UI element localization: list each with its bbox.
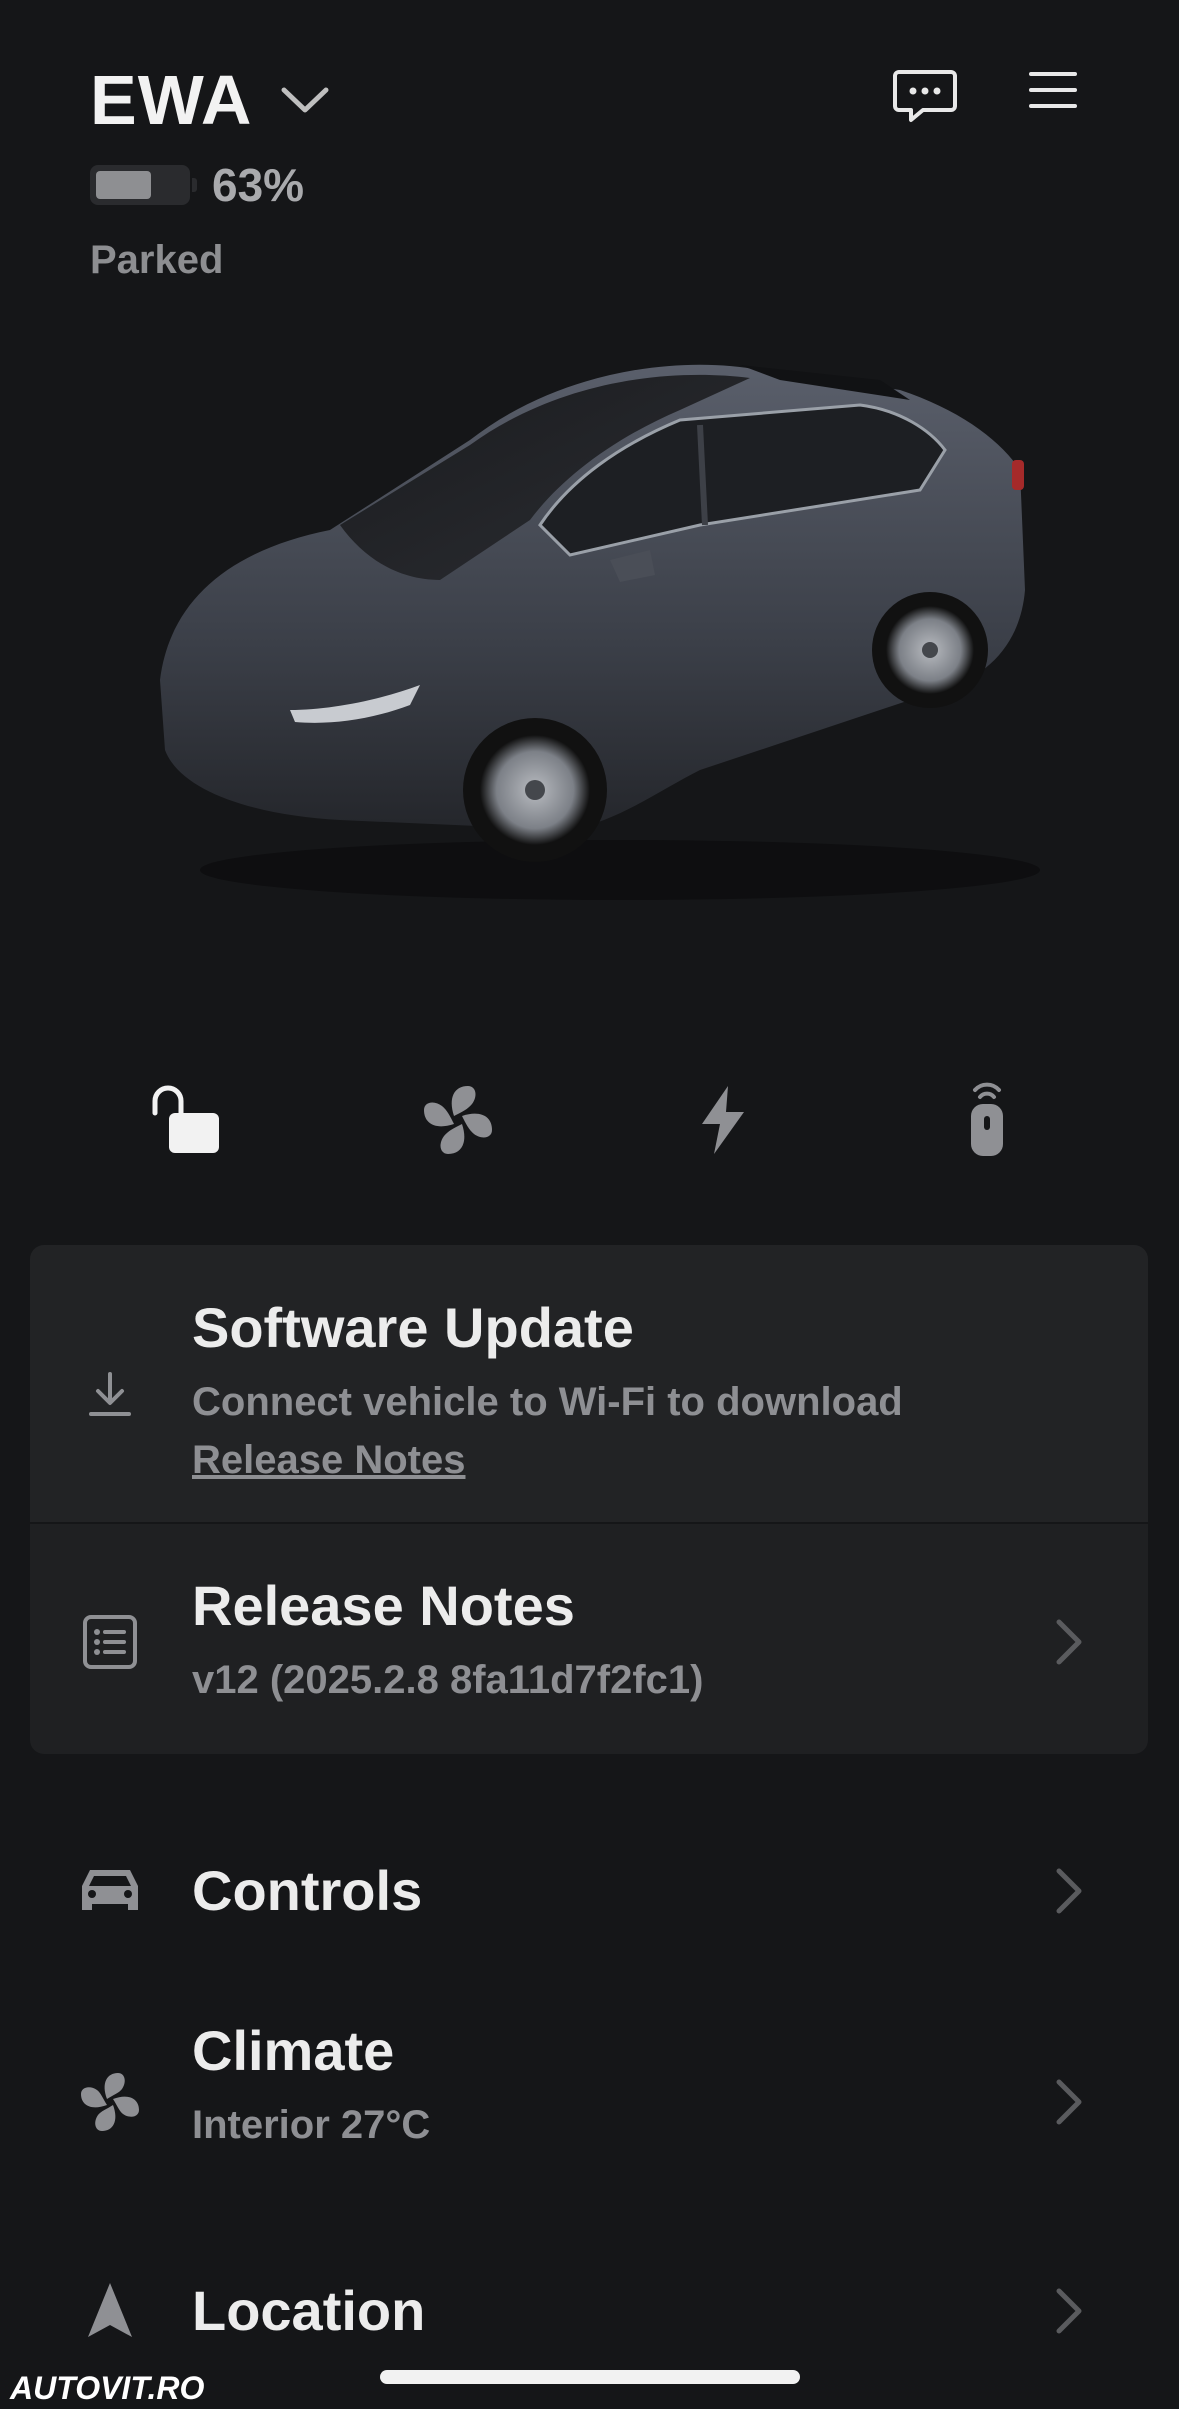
vehicle-status: Parked — [90, 238, 224, 282]
document-list-icon — [70, 1610, 150, 1674]
key-fob-icon — [971, 1082, 1003, 1156]
hamburger-menu-icon[interactable] — [1027, 68, 1079, 112]
navigation-arrow-icon — [70, 2280, 150, 2340]
lightning-bolt-icon — [702, 1086, 744, 1154]
chevron-right-icon — [1056, 1619, 1082, 1665]
battery-status: 63% — [90, 158, 1090, 212]
quick-lock[interactable] — [140, 1075, 230, 1165]
release-notes-version: v12 (2025.2.8 8fa11d7f2fc1) — [192, 1658, 704, 1702]
software-update-subtitle: Connect vehicle to Wi-Fi to download — [192, 1380, 903, 1424]
chevron-right-icon — [1056, 1868, 1082, 1914]
battery-percent: 63% — [212, 159, 305, 211]
quick-climate[interactable] — [413, 1075, 503, 1165]
release-notes-link[interactable]: Release Notes — [192, 1438, 465, 1483]
release-notes-title: Release Notes — [192, 1574, 575, 1637]
vehicle-name: EWA — [90, 61, 253, 139]
climate-title: Climate — [192, 2019, 395, 2082]
battery-icon — [90, 165, 197, 205]
vehicle-image — [160, 364, 1040, 900]
controls-title: Controls — [192, 1859, 423, 1922]
quick-remote[interactable] — [942, 1075, 1032, 1165]
chat-bubble-icon[interactable] — [893, 68, 957, 124]
car-icon — [70, 1862, 150, 1918]
chevron-right-icon — [1056, 2288, 1082, 2334]
download-icon — [70, 1365, 150, 1425]
home-indicator[interactable] — [380, 2370, 800, 2384]
fan-icon — [424, 1086, 492, 1154]
header-actions — [893, 68, 1079, 124]
software-update-title: Software Update — [192, 1296, 634, 1359]
release-notes-card[interactable] — [30, 1524, 1148, 1754]
location-title: Location — [192, 2279, 426, 2342]
chevron-down-icon[interactable] — [280, 85, 330, 115]
battery-fill — [96, 171, 152, 199]
quick-charge[interactable] — [678, 1075, 768, 1165]
climate-interior-temp: Interior 27°C — [192, 2103, 431, 2147]
unlock-icon — [152, 1085, 219, 1153]
fan-icon — [70, 2070, 150, 2134]
chevron-right-icon — [1056, 2079, 1082, 2125]
quick-actions — [0, 1075, 1179, 1165]
watermark-text: AUTOVIT.RO — [10, 2370, 205, 2406]
